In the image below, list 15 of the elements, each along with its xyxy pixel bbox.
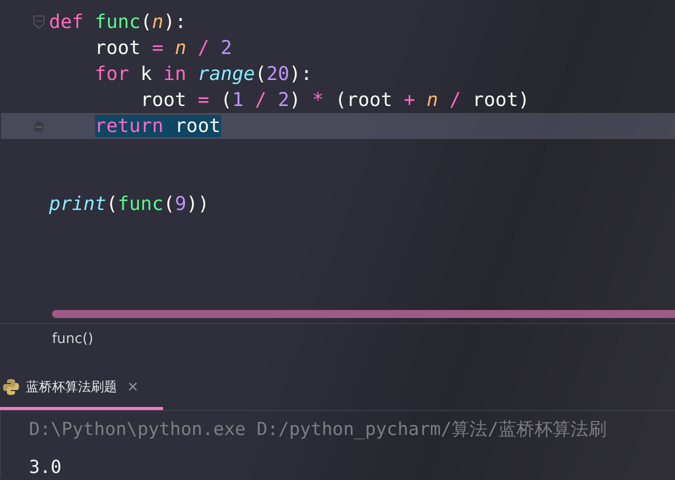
console-line: D:\Python\python.exe D:/python_pycharm/算法/蓝桥杯算法刷 [29,418,608,441]
code-line: def func(n): [49,11,186,33]
fold-icon[interactable] [33,119,45,133]
code-line: print(func(9)) [49,193,210,215]
scrollbar[interactable] [52,310,675,318]
breadcrumb[interactable]: func() [52,331,94,347]
close-icon[interactable]: × [127,378,139,394]
code-line: root = n / 2 [94,37,232,59]
fold-icon[interactable] [33,15,45,29]
console-line: 3.0 [29,457,63,478]
code-line: root = (1 / 2) * (root + n / root) [140,89,530,111]
code-editor[interactable]: def func(n): root = n / 2 for k in range(20): root = (1 / 2) * (root + n / root) return root print(func(9)) [0,0,675,310]
code-line: for k in range(20): [94,63,312,85]
python-icon [2,378,20,396]
run-tab[interactable]: 蓝桥杯算法刷题 × [0,366,163,410]
